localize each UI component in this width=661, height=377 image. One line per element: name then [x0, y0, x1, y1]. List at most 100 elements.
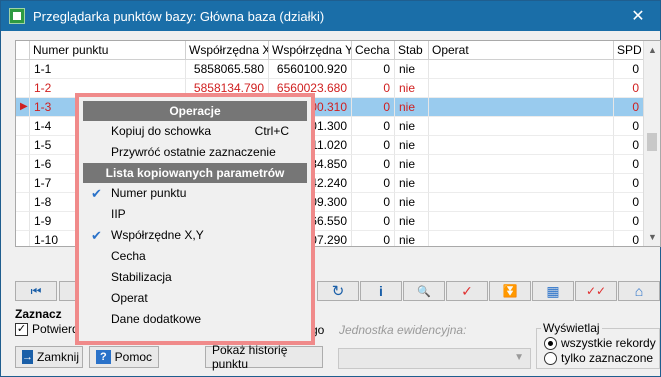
menu-item-shortcut: Ctrl+C	[254, 124, 289, 138]
menu-item-param[interactable]: Dane dodatkowe	[83, 309, 307, 330]
menu-item-param[interactable]: Operat	[83, 288, 307, 309]
cell-operat[interactable]	[429, 136, 614, 155]
first-record-button[interactable]: ⏮	[15, 281, 57, 301]
menu-item-label: Numer punktu	[111, 186, 187, 200]
col-header-cecha[interactable]: Cecha	[352, 41, 395, 60]
col-header-y[interactable]: Współrzędna Y	[269, 41, 352, 60]
cell-pointer[interactable]	[16, 79, 30, 98]
cell-stab[interactable]: nie	[395, 174, 429, 193]
col-header-stab[interactable]: Stab	[395, 41, 429, 60]
cell-operat[interactable]	[429, 174, 614, 193]
menu-item-param[interactable]: ✔ Numer punktu	[83, 183, 307, 204]
title-bar: Przeglądarka punktów bazy: Główna baza (…	[1, 1, 660, 31]
cell-cecha[interactable]: 0	[352, 117, 395, 136]
close-button[interactable]: → Zamknij	[15, 346, 83, 368]
cell-spd[interactable]: 0	[614, 60, 644, 79]
radio-selected[interactable]	[544, 351, 557, 365]
mark-all-button[interactable]: ✓✓	[575, 281, 617, 301]
cell-spd[interactable]: 0	[614, 231, 644, 246]
cell-operat[interactable]	[429, 117, 614, 136]
jednostka-select[interactable]: ▼	[338, 348, 531, 369]
cell-stab[interactable]: nie	[395, 212, 429, 231]
cell-cecha[interactable]: 0	[352, 136, 395, 155]
scroll-thumb[interactable]	[647, 133, 657, 151]
menu-item-op[interactable]: Kopiuj do schowka Ctrl+C	[83, 121, 307, 142]
cell-spd[interactable]: 0	[614, 155, 644, 174]
cell-spd[interactable]: 0	[614, 212, 644, 231]
cell-spd[interactable]: 0	[614, 98, 644, 117]
cell-operat[interactable]	[429, 60, 614, 79]
cell-stab[interactable]: nie	[395, 136, 429, 155]
scroll-down-icon[interactable]: ▼	[648, 232, 657, 242]
cell-spd[interactable]: 0	[614, 174, 644, 193]
cell-spd[interactable]: 0	[614, 136, 644, 155]
cell-cecha[interactable]: 0	[352, 193, 395, 212]
cell-stab[interactable]: nie	[395, 117, 429, 136]
cell-spd[interactable]: 0	[614, 193, 644, 212]
cell-cecha[interactable]: 0	[352, 174, 395, 193]
cell-num[interactable]: 1-1	[30, 60, 186, 79]
cell-pointer[interactable]	[16, 174, 30, 193]
menu-item-param[interactable]: IIP	[83, 204, 307, 225]
cell-x[interactable]: 5858065.580	[186, 60, 269, 79]
cell-pointer[interactable]	[16, 117, 30, 136]
radio-all-row[interactable]: wszystkie rekordy	[544, 336, 656, 350]
cell-cecha[interactable]: 0	[352, 98, 395, 117]
search-button[interactable]: 🔍	[403, 281, 445, 301]
cell-y[interactable]: 6560100.920	[269, 60, 352, 79]
help-button[interactable]: ? Pomoc	[89, 346, 159, 368]
table-row[interactable]: 1-1 5858065.580 6560100.920 0 nie 0	[16, 60, 644, 79]
double-check-icon: ✓✓	[585, 284, 607, 298]
grid-button[interactable]: ▦	[532, 281, 574, 301]
cell-operat[interactable]	[429, 98, 614, 117]
info-button[interactable]: i	[360, 281, 402, 301]
close-icon[interactable]: ✕	[616, 1, 660, 31]
cell-stab[interactable]: nie	[395, 193, 429, 212]
radio-selected-row[interactable]: tylko zaznaczone	[544, 351, 653, 365]
cell-stab[interactable]: nie	[395, 79, 429, 98]
history-button[interactable]: Pokaż historię punktu	[205, 343, 323, 371]
cell-spd[interactable]: 0	[614, 79, 644, 98]
cell-operat[interactable]	[429, 193, 614, 212]
cell-cecha[interactable]: 0	[352, 212, 395, 231]
cell-pointer[interactable]	[16, 231, 30, 246]
col-header-numer[interactable]: Numer punktu	[30, 41, 186, 60]
cell-pointer[interactable]	[16, 136, 30, 155]
vertical-scrollbar[interactable]: ▲ ▼	[643, 41, 660, 246]
cell-pointer[interactable]	[16, 155, 30, 174]
cell-operat[interactable]	[429, 231, 614, 246]
cell-cecha[interactable]: 0	[352, 231, 395, 246]
confirm-checkbox[interactable]: ✓	[15, 322, 28, 336]
menu-item-param[interactable]: Stabilizacja	[83, 267, 307, 288]
scroll-up-icon[interactable]: ▲	[648, 45, 657, 55]
confirm-checkbox-row[interactable]: ✓ Potwierd	[15, 322, 79, 336]
home-button[interactable]: ⌂	[618, 281, 660, 301]
cell-pointer[interactable]	[16, 193, 30, 212]
cell-operat[interactable]	[429, 79, 614, 98]
cell-pointer[interactable]	[16, 212, 30, 231]
cell-cecha[interactable]: 0	[352, 155, 395, 174]
cell-spd[interactable]: 0	[614, 117, 644, 136]
radio-all[interactable]	[544, 336, 557, 350]
cell-cecha[interactable]: 0	[352, 79, 395, 98]
refresh-button[interactable]: ↻	[317, 281, 359, 301]
menu-item-op[interactable]: Przywróć ostatnie zaznaczenie	[83, 142, 307, 163]
cell-stab[interactable]: nie	[395, 231, 429, 246]
col-header-spd[interactable]: SPD	[614, 41, 644, 60]
select-section-label: Zaznacz	[15, 307, 62, 321]
cell-operat[interactable]	[429, 155, 614, 174]
mark-button[interactable]: ✓	[446, 281, 488, 301]
history-button-label: Pokaż historię punktu	[212, 343, 288, 371]
col-header-operat[interactable]: Operat	[429, 41, 614, 60]
col-header-x[interactable]: Współrzędna X	[186, 41, 269, 60]
filter-button[interactable]: ⏬	[489, 281, 531, 301]
cell-operat[interactable]	[429, 212, 614, 231]
cell-pointer[interactable]: ▶	[16, 98, 30, 117]
cell-stab[interactable]: nie	[395, 98, 429, 117]
menu-item-param[interactable]: Cecha	[83, 246, 307, 267]
cell-stab[interactable]: nie	[395, 60, 429, 79]
cell-stab[interactable]: nie	[395, 155, 429, 174]
menu-item-param[interactable]: ✔ Współrzędne X,Y	[83, 225, 307, 246]
cell-cecha[interactable]: 0	[352, 60, 395, 79]
cell-pointer[interactable]	[16, 60, 30, 79]
